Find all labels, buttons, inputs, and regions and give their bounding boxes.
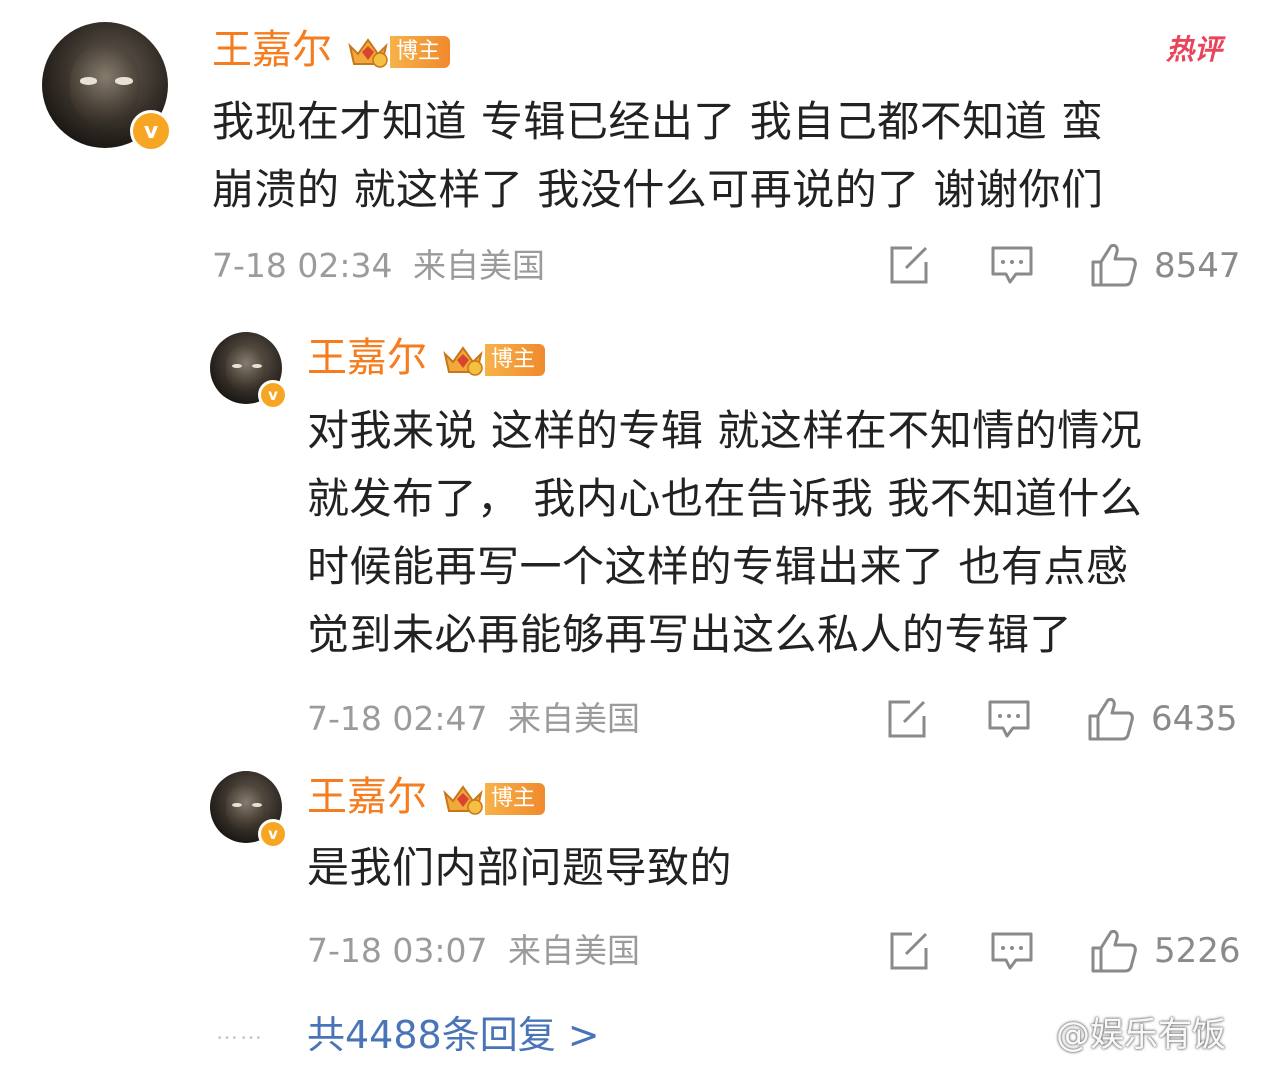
blogger-tag: 博主 [441, 781, 546, 817]
comment-time: 7-18 03:07 [307, 931, 488, 970]
comment-location: 来自美国 [413, 246, 545, 285]
avatar[interactable]: v [42, 22, 172, 152]
reply-divider-dots: …… [216, 1020, 264, 1045]
thumbs-up-icon[interactable] [1090, 242, 1138, 288]
comment-meta: 7-18 02:47 来自美国 [307, 699, 640, 739]
crown-icon [443, 346, 483, 376]
thumbs-up-icon[interactable] [1087, 696, 1135, 742]
comment-time: 7-18 02:47 [307, 699, 488, 738]
like-count: 6435 [1151, 699, 1238, 739]
share-edit-icon[interactable] [888, 930, 932, 972]
thumbs-up-icon[interactable] [1090, 928, 1138, 974]
comment-meta: 7-18 02:34 来自美国 [212, 246, 545, 286]
verified-icon: v [258, 819, 288, 849]
crown-icon [348, 38, 388, 68]
comment-time: 7-18 02:34 [212, 246, 393, 285]
more-replies-link[interactable]: 共4488条回复 > [307, 1012, 600, 1058]
author-name[interactable]: 王嘉尔 [212, 26, 332, 74]
hot-comment-label: 热评 [1166, 33, 1223, 66]
crown-icon [443, 785, 483, 815]
like-count: 5226 [1154, 931, 1241, 971]
watermark: @娱乐有饭 [1056, 1015, 1226, 1055]
blogger-tag: 博主 [346, 34, 451, 70]
share-edit-icon[interactable] [886, 698, 930, 740]
comment-bubble-icon[interactable] [990, 930, 1034, 972]
avatar[interactable]: v [210, 332, 288, 410]
author-name[interactable]: 王嘉尔 [307, 334, 427, 382]
avatar[interactable]: v [210, 771, 288, 849]
author-name[interactable]: 王嘉尔 [307, 773, 427, 821]
comment-text: 对我来说 这样的专辑 就这样在不知情的情况 就发布了， 我内心也在告诉我 我不知… [307, 406, 1143, 659]
comment-text: 我现在才知道 专辑已经出了 我自己都不知道 蛮 崩溃的 就这样了 我没什么可再说… [212, 97, 1104, 214]
comment-text: 是我们内部问题导致的 [307, 843, 733, 892]
verified-icon: v [258, 380, 288, 410]
comment-location: 来自美国 [508, 699, 640, 738]
comment-location: 来自美国 [508, 931, 640, 970]
comment-bubble-icon[interactable] [990, 244, 1034, 286]
blogger-tag: 博主 [441, 342, 546, 378]
like-count: 8547 [1154, 246, 1241, 286]
verified-icon: v [130, 110, 172, 152]
share-edit-icon[interactable] [888, 244, 932, 286]
comment-meta: 7-18 03:07 来自美国 [307, 931, 640, 971]
comment-bubble-icon[interactable] [987, 698, 1031, 740]
